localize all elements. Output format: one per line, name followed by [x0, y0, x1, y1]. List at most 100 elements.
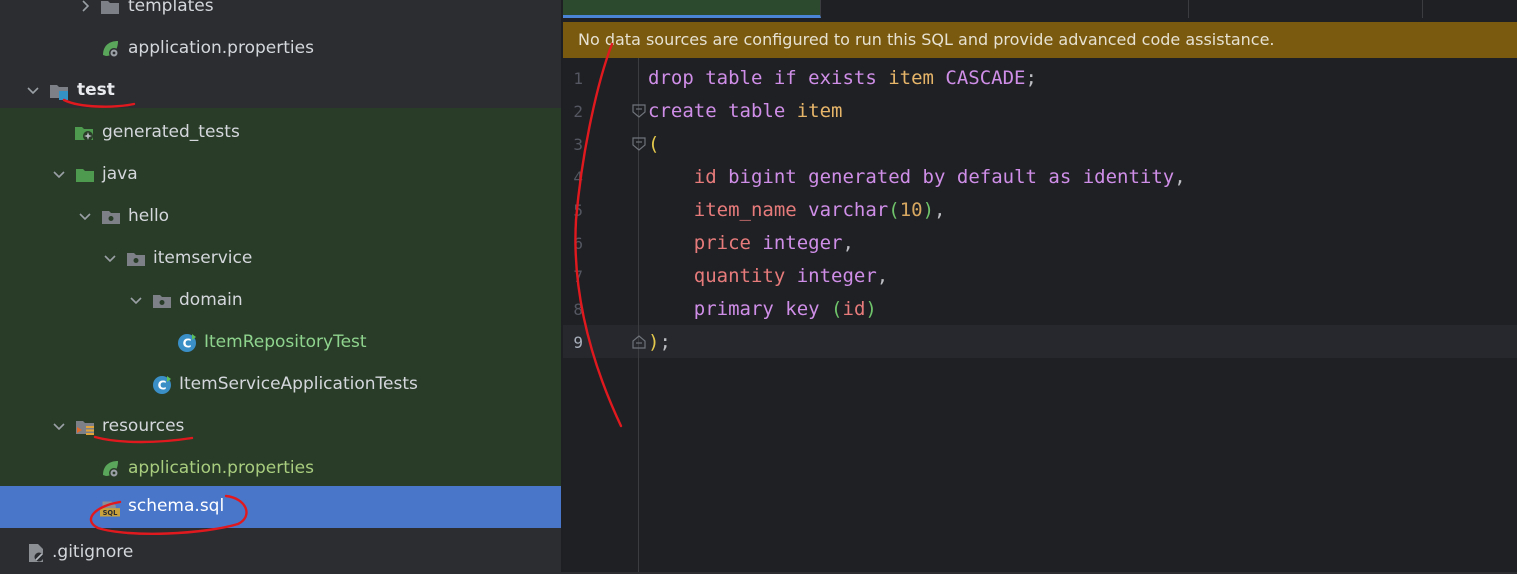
tree-item-hello[interactable]: hello [0, 196, 561, 238]
comma: , [842, 232, 854, 254]
column-name: id [842, 298, 866, 320]
tree-item-templates[interactable]: templates [0, 0, 561, 28]
tree-item-label: test [77, 80, 115, 100]
generated-folder-icon [75, 127, 93, 141]
tree-item-label: ItemServiceApplicationTests [179, 374, 418, 394]
svg-text:C: C [183, 337, 192, 351]
chevron-down-icon[interactable] [26, 83, 40, 97]
sql-editor[interactable]: No data sources are configured to run th… [563, 0, 1517, 572]
code-line-5[interactable]: item_name varchar(10), [648, 199, 946, 221]
column-name: id [693, 166, 717, 188]
current-line-highlight [563, 325, 1517, 358]
chevron-right-icon[interactable] [78, 0, 92, 13]
line-number: 1 [573, 69, 583, 88]
tree-item-resources[interactable]: resources [0, 406, 561, 448]
tree-item-label: resources [102, 416, 185, 436]
close-paren: ) [648, 331, 660, 353]
fold-start-icon[interactable] [632, 104, 646, 118]
sql-keyword: bigint generated by default as identity [716, 166, 1175, 188]
tree-item-itemservice[interactable]: itemservice [0, 238, 561, 280]
chevron-down-icon[interactable] [78, 209, 92, 223]
svg-text:SQL: SQL [103, 509, 118, 517]
table-identifier: item [888, 67, 934, 89]
tree-item-label: java [102, 164, 138, 184]
comma: , [1174, 166, 1186, 188]
editor-tab[interactable] [1189, 0, 1423, 18]
chevron-down-icon[interactable] [129, 293, 143, 307]
java-class-icon: C [153, 376, 171, 394]
tree-item-label: schema.sql [128, 496, 225, 516]
number-literal: 10 [899, 199, 923, 221]
tree-item-label: hello [128, 206, 170, 226]
line-number: 3 [573, 135, 583, 154]
datasource-warning-banner: No data sources are configured to run th… [563, 22, 1517, 58]
tree-item-gitignore[interactable]: .gitignore [0, 532, 561, 574]
close-paren: ) [922, 199, 935, 221]
line-number: 2 [573, 102, 583, 121]
code-line-1[interactable]: drop table if exists item CASCADE; [648, 67, 1037, 89]
fold-start-icon[interactable] [632, 137, 646, 151]
tree-item-itemserviceapplicationtests[interactable]: C ItemServiceApplicationTests [0, 364, 561, 406]
sql-keyword: CASCADE [933, 67, 1026, 89]
fold-end-icon[interactable] [632, 335, 646, 349]
package-icon [102, 211, 120, 224]
tree-item-label: templates [128, 0, 214, 16]
tree-item-label: domain [179, 290, 243, 310]
sql-keyword: primary key [693, 298, 832, 320]
line-number: 8 [573, 300, 583, 319]
sql-keyword: integer [785, 265, 877, 287]
tree-item-label: application.properties [128, 458, 314, 478]
code-line-4[interactable]: id bigint generated by default as identi… [648, 166, 1186, 188]
sql-keyword: drop table if exists [648, 67, 889, 89]
line-number: 9 [573, 333, 583, 352]
line-number: 6 [573, 234, 583, 253]
tree-item-java[interactable]: java [0, 154, 561, 196]
table-identifier: item [796, 100, 843, 122]
tree-item-domain[interactable]: domain [0, 280, 561, 322]
code-line-6[interactable]: price integer, [648, 232, 854, 254]
tab-schema-sql[interactable] [563, 0, 821, 18]
folder-icon [101, 1, 119, 14]
gitignore-file-icon [29, 544, 44, 562]
editor-tab[interactable] [821, 0, 1189, 18]
tree-item-label: ItemRepositoryTest [204, 332, 367, 352]
code-line-3[interactable]: ( [648, 133, 659, 155]
code-line-9[interactable]: ); [648, 331, 671, 353]
tree-item-test[interactable]: test [0, 70, 561, 112]
project-tree: templates application.properties test ge… [0, 0, 561, 572]
tree-item-label: itemservice [153, 248, 253, 268]
tree-item-application-properties-test[interactable]: application.properties [0, 448, 561, 490]
line-number: 4 [573, 168, 583, 187]
tree-item-label: application.properties [128, 38, 314, 58]
tree-item-label: generated_tests [102, 122, 240, 142]
editor-tab-bar [563, 0, 1517, 18]
open-paren: ( [888, 199, 900, 221]
comma: , [934, 199, 946, 221]
sql-file-icon: SQL [100, 501, 120, 517]
tree-item-itemrepositorytest[interactable]: C ItemRepositoryTest [0, 322, 561, 364]
chevron-down-icon[interactable] [52, 167, 66, 181]
column-name: price [693, 232, 751, 254]
open-paren: ( [831, 298, 843, 320]
tree-item-schema-sql[interactable]: SQL schema.sql [0, 486, 561, 528]
tree-item-generated-tests[interactable]: generated_tests [0, 112, 561, 154]
chevron-down-icon[interactable] [52, 419, 66, 433]
code-line-8[interactable]: primary key (id) [648, 298, 877, 320]
line-number: 7 [573, 267, 583, 286]
spring-properties-icon [103, 41, 119, 58]
banner-text: No data sources are configured to run th… [578, 30, 1275, 49]
package-icon [127, 253, 145, 266]
semicolon: ; [1025, 67, 1037, 89]
code-line-7[interactable]: quantity integer, [648, 265, 888, 287]
tree-item-application-properties[interactable]: application.properties [0, 28, 561, 70]
sql-keyword: create table [648, 100, 797, 122]
chevron-down-icon[interactable] [103, 251, 117, 265]
svg-text:C: C [158, 379, 167, 393]
test-resources-folder-icon [76, 421, 94, 435]
spring-properties-icon [103, 461, 119, 478]
test-sources-folder-icon [76, 169, 94, 182]
code-line-2[interactable]: create table item [648, 100, 842, 122]
test-root-folder-icon [50, 85, 68, 100]
comma: , [876, 265, 889, 287]
semicolon: ; [659, 331, 671, 353]
